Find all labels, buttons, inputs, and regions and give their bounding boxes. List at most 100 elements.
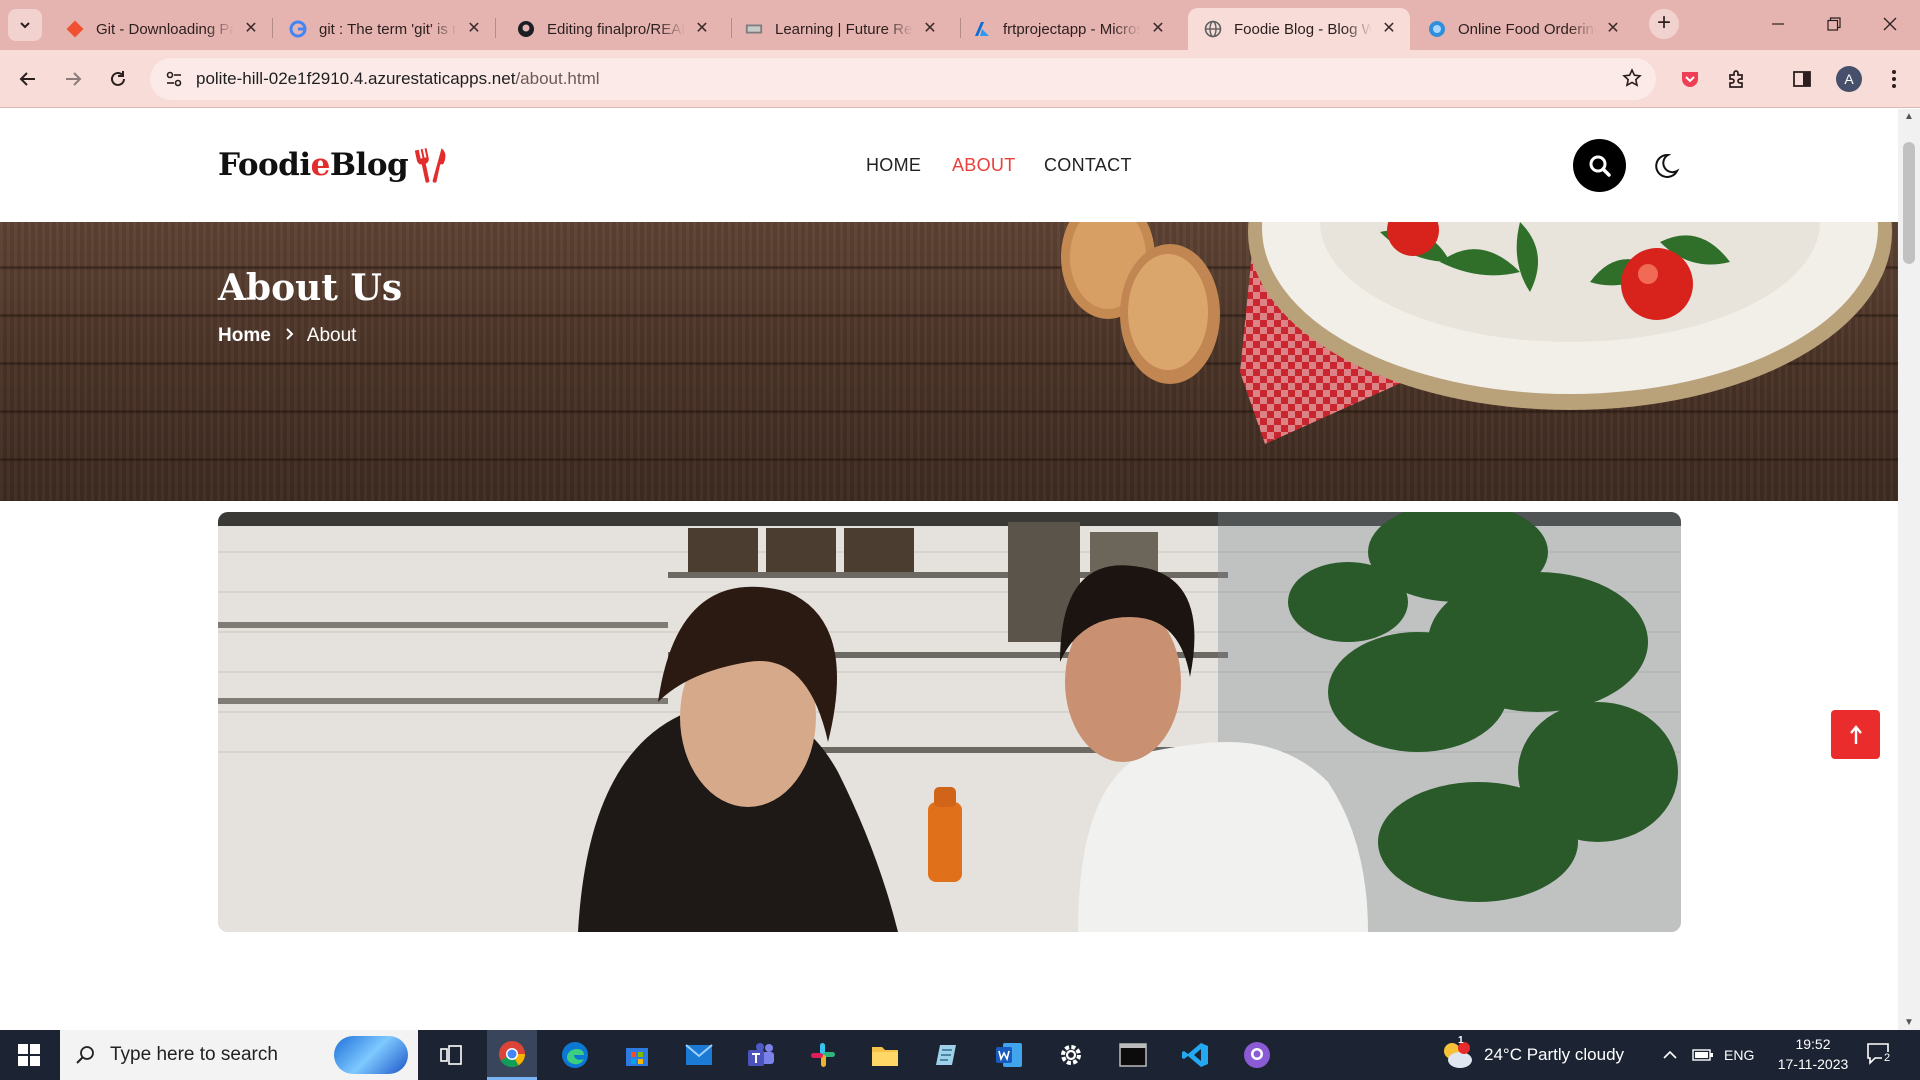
- side-panel-icon[interactable]: [1789, 66, 1815, 92]
- tab-title: Online Food Ordering: [1458, 20, 1596, 38]
- more-menu-icon[interactable]: [1881, 66, 1907, 92]
- scroll-to-top-button[interactable]: [1831, 710, 1880, 759]
- microsoft-store-icon: [626, 1048, 648, 1066]
- language-indicator[interactable]: ENG: [1724, 1030, 1754, 1080]
- page-scrollbar[interactable]: ▲ ▼: [1898, 109, 1920, 1030]
- breadcrumb-current: About: [306, 325, 357, 346]
- bing-chat-icon[interactable]: [334, 1036, 408, 1074]
- taskbar-file-explorer[interactable]: [860, 1030, 910, 1080]
- tab-search-button[interactable]: [8, 9, 42, 41]
- taskbar-github-desktop[interactable]: [1232, 1030, 1282, 1080]
- tab-azure[interactable]: frtprojectapp - Microsoft Azure ✕: [957, 8, 1179, 50]
- close-icon[interactable]: ✕: [1149, 20, 1167, 38]
- tab-foodie-blog[interactable]: Foodie Blog - Blog Website ✕: [1188, 8, 1410, 50]
- partly-cloudy-icon: [1444, 1042, 1472, 1068]
- chevron-right-icon: [285, 327, 295, 346]
- back-button[interactable]: [11, 62, 45, 96]
- taskbar-chrome[interactable]: [487, 1030, 537, 1080]
- close-icon[interactable]: ✕: [242, 20, 260, 38]
- taskbar-word[interactable]: [984, 1030, 1034, 1080]
- tab-learning[interactable]: Learning | Future Ready Talent ✕: [729, 8, 951, 50]
- breadcrumb-home-link[interactable]: Home: [218, 325, 271, 347]
- gear-icon: [1061, 1045, 1081, 1065]
- url-path: /about.html: [515, 69, 600, 88]
- weather-widget[interactable]: 1 24°C Partly cloudy: [1440, 1030, 1624, 1080]
- site-info-icon[interactable]: [154, 59, 194, 99]
- show-hidden-icons-button[interactable]: [1662, 1030, 1678, 1080]
- scroll-down-arrow-icon[interactable]: ▼: [1898, 1017, 1920, 1028]
- start-button[interactable]: [0, 1030, 58, 1080]
- close-icon[interactable]: ✕: [921, 20, 939, 38]
- page-title: About Us: [218, 267, 403, 309]
- dark-mode-moon-icon[interactable]: [1650, 151, 1680, 181]
- clock-time: 19:52: [1795, 1036, 1831, 1052]
- taskbar-settings[interactable]: [1046, 1030, 1096, 1080]
- git-icon: [66, 20, 84, 38]
- taskbar-terminal[interactable]: [1108, 1030, 1158, 1080]
- pocket-extension-icon[interactable]: [1677, 66, 1703, 92]
- profile-avatar[interactable]: A: [1836, 66, 1862, 92]
- globe-icon: [1204, 20, 1222, 38]
- search-icon: [76, 1046, 94, 1064]
- tab-online-food[interactable]: Online Food Ordering ✕: [1412, 8, 1634, 50]
- task-view-button[interactable]: [426, 1030, 476, 1080]
- close-icon[interactable]: ✕: [1380, 20, 1398, 38]
- tab-git-term[interactable]: git : The term 'git' is not recognized ✕: [273, 8, 495, 50]
- scrollbar-thumb[interactable]: [1903, 142, 1915, 264]
- nav-home[interactable]: HOME: [866, 155, 921, 176]
- logo-accent-letter: e: [310, 147, 331, 183]
- taskbar-store[interactable]: [612, 1030, 662, 1080]
- chrome-icon: [499, 1040, 526, 1067]
- taskbar-mail[interactable]: [674, 1030, 724, 1080]
- chevron-down-icon: [20, 22, 30, 29]
- arrow-right-icon: [66, 72, 82, 86]
- hero-food-illustration: [1061, 222, 1892, 444]
- address-bar[interactable]: polite-hill-02e1f2910.4.azurestaticapps.…: [150, 58, 1656, 100]
- battery-status[interactable]: [1692, 1030, 1714, 1080]
- restore-button[interactable]: [1806, 0, 1862, 48]
- arrow-left-icon: [19, 72, 35, 86]
- about-couple-cooking-photo: [218, 512, 1681, 932]
- tab-title: Git - Downloading Package: [96, 20, 234, 38]
- close-window-button[interactable]: [1862, 0, 1918, 48]
- tab-separator: [495, 18, 496, 38]
- taskbar-edge[interactable]: [550, 1030, 600, 1080]
- extensions-puzzle-icon[interactable]: [1724, 66, 1750, 92]
- logo-text-blog: Blog: [329, 147, 409, 183]
- url-text: polite-hill-02e1f2910.4.azurestaticapps.…: [196, 69, 600, 89]
- nav-contact[interactable]: CONTACT: [1044, 155, 1132, 176]
- scroll-up-arrow-icon[interactable]: ▲: [1898, 111, 1920, 122]
- minimize-button[interactable]: [1750, 0, 1806, 48]
- weather-badge: 1: [1458, 1035, 1464, 1046]
- nav-about[interactable]: ABOUT: [952, 155, 1016, 176]
- bookmark-star-icon[interactable]: [1622, 68, 1642, 93]
- close-icon[interactable]: ✕: [1604, 20, 1622, 38]
- taskbar-slack[interactable]: [798, 1030, 848, 1080]
- notification-center-button[interactable]: 2: [1866, 1042, 1896, 1070]
- notification-count: 2: [1882, 1052, 1893, 1064]
- close-icon[interactable]: ✕: [693, 20, 711, 38]
- tab-title: Learning | Future Ready Talent: [775, 20, 913, 38]
- slack-icon: [811, 1043, 835, 1067]
- close-icon[interactable]: ✕: [465, 20, 483, 38]
- taskbar-teams[interactable]: [736, 1030, 786, 1080]
- chevron-up-icon: [1663, 1050, 1677, 1059]
- new-tab-button[interactable]: +: [1649, 9, 1679, 39]
- logo-text: Foodi: [218, 147, 311, 183]
- github-icon: [517, 20, 535, 38]
- windows-taskbar: Type here to search 1 24°C Partly cloudy…: [0, 1030, 1920, 1080]
- taskbar-vscode[interactable]: [1170, 1030, 1220, 1080]
- reload-button[interactable]: [101, 62, 135, 96]
- tab-git-downloading[interactable]: Git - Downloading Package ✕: [50, 8, 272, 50]
- forward-button[interactable]: [56, 62, 90, 96]
- search-button[interactable]: [1573, 139, 1626, 192]
- taskbar-search-box[interactable]: Type here to search: [60, 1030, 418, 1080]
- fork-knife-icon: [415, 148, 446, 183]
- site-logo[interactable]: Foodi e Blog: [218, 145, 448, 185]
- tab-editing-readme[interactable]: Editing finalpro/README.md ✕: [501, 8, 723, 50]
- page-hero-banner: About Us Home About: [0, 222, 1898, 501]
- breadcrumb: Home About: [218, 325, 356, 347]
- web-page: Foodi e Blog HOME ABOUT CONTACT About Us…: [0, 109, 1898, 1030]
- taskbar-notepad[interactable]: [922, 1030, 972, 1080]
- taskbar-clock[interactable]: 19:52 17-11-2023: [1768, 1034, 1858, 1074]
